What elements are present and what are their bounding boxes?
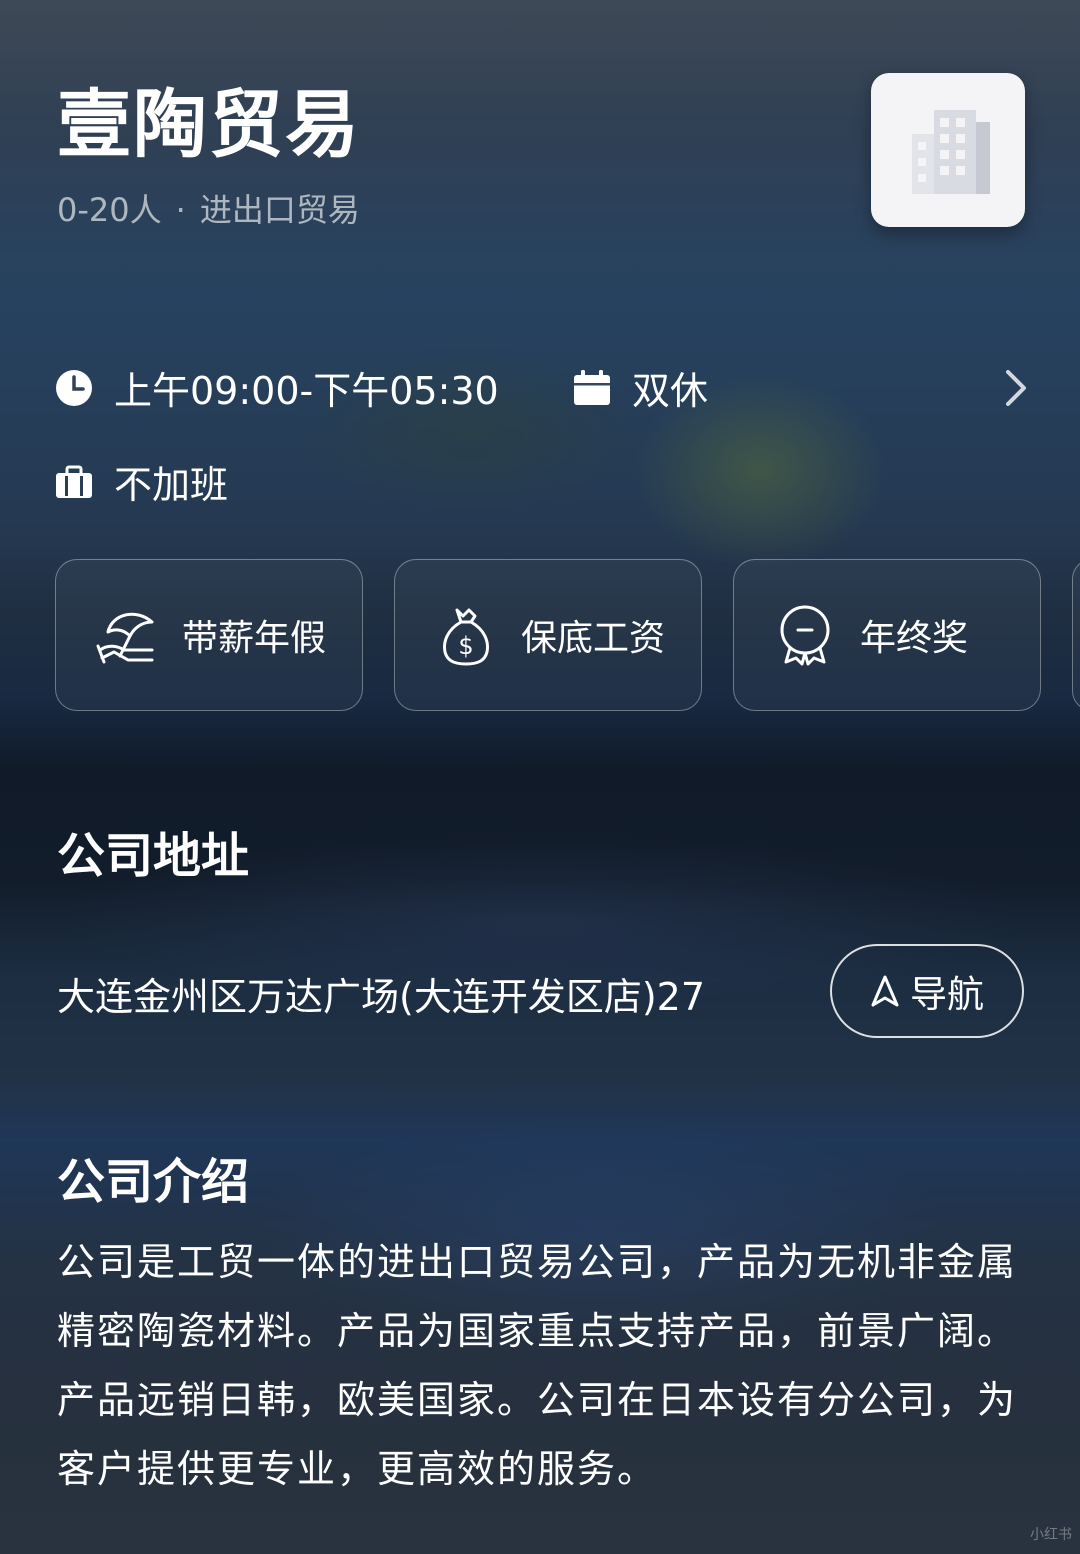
benefit-label: 保底工资 — [521, 618, 666, 659]
address-section-title: 公司地址 — [57, 828, 250, 884]
beach-umbrella-icon — [94, 602, 160, 668]
company-intro-text: 公司是工贸一体的进出口贸易公司，产品为无机非金属 精密陶瓷材料。产品为国家重点支… — [57, 1240, 1018, 1491]
money-bag-icon: $ — [433, 602, 499, 668]
intro-section-title: 公司介绍 — [57, 1154, 250, 1210]
company-name: 壹陶贸易 — [57, 82, 361, 168]
work-hours[interactable]: 上午09:00-下午05:30 — [54, 360, 499, 415]
company-address: 大连金州区万达广场(大连开发区店)27 — [57, 975, 706, 1019]
rest-days-text: 双休 — [632, 369, 709, 413]
briefcase-icon — [54, 462, 94, 502]
medal-icon — [772, 602, 838, 668]
company-logo — [871, 73, 1025, 227]
benefit-card-partial[interactable] — [1072, 559, 1080, 711]
calendar-icon — [572, 368, 612, 408]
benefit-card-paid-leave[interactable]: 带薪年假 — [55, 559, 363, 711]
company-meta: 0-20人 · 进出口贸易 — [57, 188, 360, 232]
company-industry: 进出口贸易 — [199, 191, 360, 229]
work-hours-text: 上午09:00-下午05:30 — [114, 369, 499, 413]
benefit-card-base-salary[interactable]: $ 保底工资 — [394, 559, 702, 711]
benefit-card-year-end-bonus[interactable]: 年终奖 — [733, 559, 1041, 711]
overtime-text: 不加班 — [114, 463, 229, 507]
navigation-arrow-icon — [870, 974, 900, 1008]
benefit-label: 带薪年假 — [182, 618, 327, 659]
overtime-info[interactable]: 不加班 — [54, 454, 228, 509]
chevron-right-icon[interactable] — [1000, 368, 1032, 408]
benefit-label: 年终奖 — [860, 618, 969, 659]
company-size: 0-20人 — [57, 191, 162, 229]
clock-icon — [54, 368, 94, 408]
navigate-button[interactable]: 导航 — [830, 944, 1024, 1038]
rest-days[interactable]: 双休 — [572, 360, 708, 415]
building-icon — [912, 110, 990, 194]
company-detail-page: 壹陶贸易 0-20人 · 进出口贸易 上午09:00-下午05:30 双休 不加… — [0, 0, 1080, 1554]
meta-separator: · — [175, 191, 186, 229]
watermark: 小红书 — [1030, 1527, 1072, 1543]
navigate-button-label: 导航 — [910, 973, 984, 1016]
svg-text:$: $ — [458, 632, 473, 660]
